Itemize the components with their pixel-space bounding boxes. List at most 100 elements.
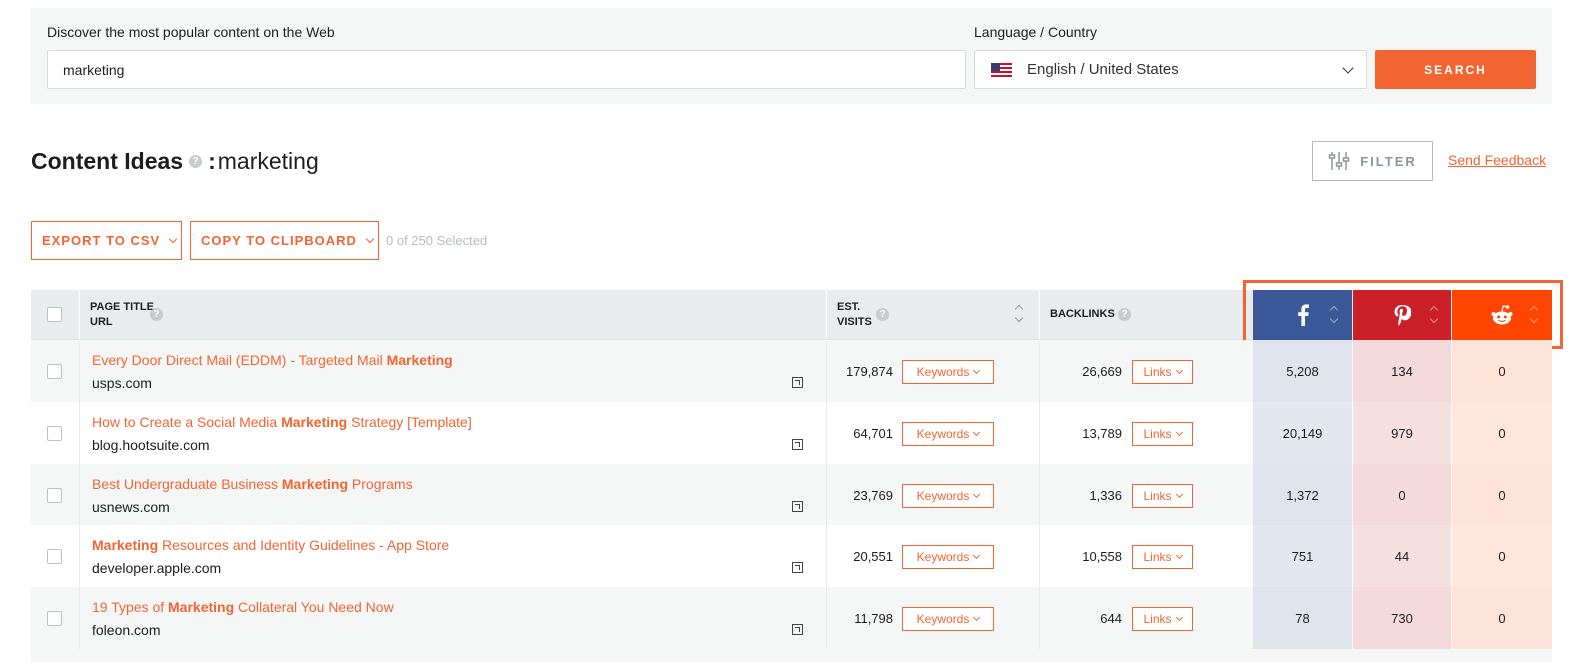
est-visits-value: 20,551 [853, 549, 893, 564]
filter-button[interactable]: FILTER [1312, 141, 1433, 181]
page-title-link[interactable]: Best Undergraduate Business Marketing Pr… [92, 476, 413, 492]
export-csv-label: EXPORT TO CSV [42, 233, 161, 248]
page-title-link[interactable]: 19 Types of Marketing Collateral You Nee… [92, 599, 394, 615]
facebook-shares-value: 78 [1253, 587, 1352, 649]
table-row: Best Undergraduate Business Marketing Pr… [31, 464, 1552, 526]
links-button[interactable]: Links [1132, 422, 1193, 446]
pinterest-icon [1394, 305, 1411, 326]
backlinks-value: 13,789 [1082, 426, 1122, 441]
keywords-label: Keywords [916, 612, 970, 626]
pinterest-shares-value: 44 [1353, 525, 1451, 587]
page-title: Content Ideas ? : marketing [31, 148, 319, 175]
title-text-post: Strategy [Template] [347, 414, 472, 430]
send-feedback-link[interactable]: Send Feedback [1448, 152, 1546, 168]
chevron-down-icon [168, 234, 178, 243]
copy-clipboard-label: COPY TO CLIPBOARD [201, 233, 357, 248]
sliders-icon [1328, 152, 1350, 170]
external-link-icon[interactable] [792, 439, 803, 450]
chevron-down-icon [973, 613, 981, 622]
title-text-post: Collateral You Need Now [234, 599, 394, 615]
col-url: URL [90, 316, 113, 328]
external-link-icon[interactable] [792, 624, 803, 635]
links-label: Links [1143, 427, 1172, 441]
title-text-pre: Every Door Direct Mail (EDDM) - Targeted… [92, 352, 387, 368]
chevron-down-icon [1175, 613, 1183, 622]
row-checkbox[interactable] [47, 549, 62, 564]
row-checkbox[interactable] [47, 611, 62, 626]
sort-facebook-icon[interactable] [1328, 304, 1340, 326]
chevron-down-icon [1342, 62, 1354, 74]
links-label: Links [1143, 550, 1172, 564]
backlinks-value: 26,669 [1082, 364, 1122, 379]
search-button[interactable]: SEARCH [1375, 50, 1536, 89]
keywords-button[interactable]: Keywords [902, 545, 994, 569]
est-visits-value: 11,798 [854, 611, 893, 626]
keywords-button[interactable]: Keywords [902, 607, 994, 631]
external-link-icon[interactable] [792, 501, 803, 512]
language-country-select[interactable]: English / United States [974, 50, 1367, 89]
backlinks-value: 1,336 [1089, 488, 1122, 503]
keywords-button[interactable]: Keywords [902, 360, 994, 384]
sort-reddit-icon[interactable] [1528, 304, 1540, 326]
sort-pinterest-icon[interactable] [1428, 304, 1440, 326]
title-keyword: Marketing [281, 476, 349, 492]
page-domain: developer.apple.com [92, 560, 222, 576]
help-icon[interactable]: ? [876, 308, 889, 321]
table-row: 19 Types of Marketing Collateral You Nee… [31, 587, 1552, 649]
links-label: Links [1143, 489, 1172, 503]
chevron-down-icon [1175, 551, 1183, 560]
facebook-shares-value: 20,149 [1253, 402, 1352, 464]
row-checkbox[interactable] [47, 488, 62, 503]
reddit-icon [1491, 305, 1513, 325]
keywords-label: Keywords [916, 550, 970, 564]
pinterest-shares-value: 134 [1353, 340, 1451, 402]
page-domain: blog.hootsuite.com [92, 437, 210, 453]
copy-clipboard-button[interactable]: COPY TO CLIPBOARD [190, 221, 379, 260]
reddit-shares-value: 0 [1452, 464, 1552, 526]
facebook-shares-value: 751 [1253, 525, 1352, 587]
keywords-button[interactable]: Keywords [902, 484, 994, 508]
page-title-link[interactable]: Marketing Resources and Identity Guideli… [92, 537, 449, 553]
language-value: English / United States [1027, 61, 1179, 78]
backlinks-value: 10,558 [1082, 549, 1122, 564]
help-icon[interactable]: ? [150, 308, 163, 321]
external-link-icon[interactable] [792, 562, 803, 573]
row-checkbox[interactable] [47, 364, 62, 379]
keywords-button[interactable]: Keywords [902, 422, 994, 446]
page-title-text: Content Ideas [31, 148, 184, 174]
links-button[interactable]: Links [1132, 484, 1193, 508]
table-row: How to Create a Social Media Marketing S… [31, 402, 1552, 464]
facebook-column-header[interactable] [1253, 290, 1352, 340]
pinterest-column-header[interactable] [1353, 290, 1451, 340]
table-row-partial [31, 649, 1552, 662]
select-all-checkbox[interactable] [47, 307, 62, 322]
help-icon[interactable]: ? [189, 155, 203, 168]
sort-visits-icon[interactable] [1013, 303, 1025, 325]
row-checkbox[interactable] [47, 426, 62, 441]
chevron-down-icon [973, 428, 981, 437]
chevron-down-icon [1175, 366, 1183, 375]
page-title-link[interactable]: How to Create a Social Media Marketing S… [92, 414, 472, 430]
page-domain: foleon.com [92, 622, 161, 638]
page-title-keyword: marketing [217, 148, 319, 174]
facebook-shares-value: 1,372 [1253, 464, 1352, 526]
help-icon[interactable]: ? [1118, 308, 1131, 321]
links-button[interactable]: Links [1132, 360, 1193, 384]
search-panel: Discover the most popular content on the… [31, 8, 1552, 104]
external-link-icon[interactable] [792, 377, 803, 388]
reddit-column-header[interactable] [1452, 290, 1552, 340]
title-text-post: Resources and Identity Guidelines - App … [158, 537, 450, 553]
search-input[interactable] [47, 50, 966, 89]
links-button[interactable]: Links [1132, 545, 1193, 569]
reddit-shares-value: 0 [1452, 402, 1552, 464]
col-page-title: PAGE TITLE [90, 301, 154, 313]
export-csv-button[interactable]: EXPORT TO CSV [31, 221, 182, 260]
page-domain: usps.com [92, 375, 152, 391]
pinterest-shares-value: 730 [1353, 587, 1451, 649]
links-button[interactable]: Links [1132, 607, 1193, 631]
title-text-pre: 19 Types of [92, 599, 169, 615]
reddit-shares-value: 0 [1452, 525, 1552, 587]
keywords-label: Keywords [916, 365, 970, 379]
page-title-link[interactable]: Every Door Direct Mail (EDDM) - Targeted… [92, 352, 453, 368]
col-visits: VISITS [837, 316, 872, 328]
